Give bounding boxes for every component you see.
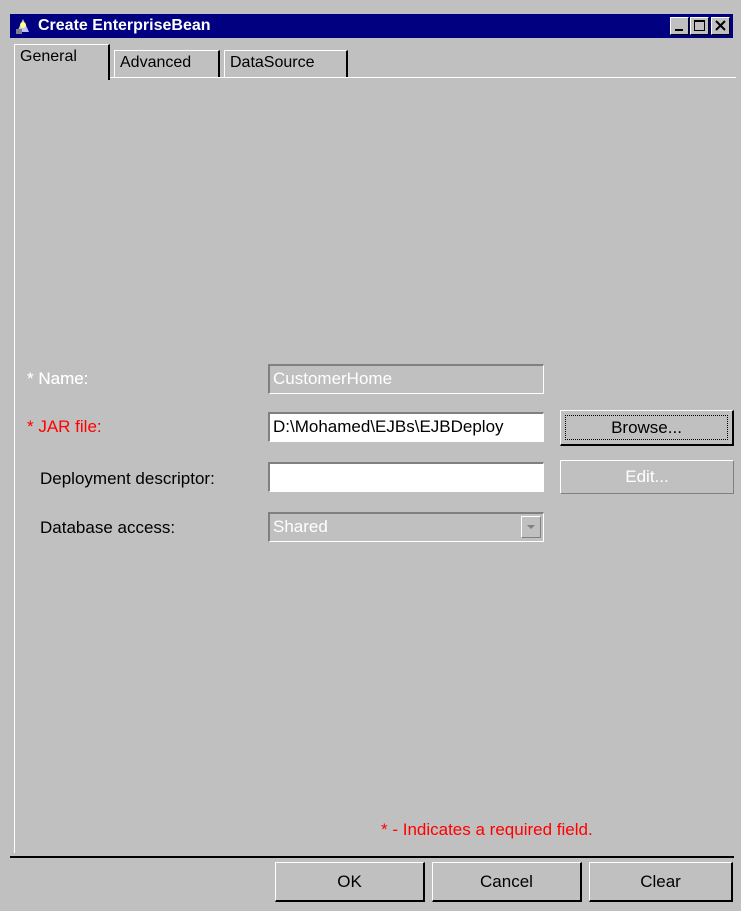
tab-datasource[interactable]: DataSource bbox=[224, 50, 348, 78]
close-icon bbox=[715, 20, 726, 31]
edit-button: Edit... bbox=[560, 460, 734, 494]
cancel-button-label: Cancel bbox=[480, 872, 533, 891]
enterprise-bean-icon bbox=[14, 17, 32, 35]
clear-button[interactable]: Clear bbox=[589, 862, 733, 902]
maximize-button[interactable] bbox=[690, 17, 709, 35]
title-bar[interactable]: Create EnterpriseBean bbox=[10, 14, 733, 38]
name-field[interactable]: CustomerHome bbox=[268, 364, 544, 394]
name-label: * Name: bbox=[27, 369, 89, 388]
cancel-button[interactable]: Cancel bbox=[432, 862, 582, 902]
database-access-select[interactable]: Shared bbox=[268, 512, 544, 542]
tab-advanced[interactable]: Advanced bbox=[114, 50, 220, 78]
ok-button-label: OK bbox=[337, 872, 362, 891]
clear-button-label: Clear bbox=[640, 872, 681, 891]
minimize-icon bbox=[675, 29, 683, 31]
tab-general[interactable]: General bbox=[14, 44, 110, 80]
required-field-note: * - Indicates a required field. bbox=[381, 820, 593, 839]
browse-button-label: Browse... bbox=[611, 418, 682, 437]
jar-file-field[interactable]: D:\Mohamed\EJBs\EJBDeploy bbox=[268, 412, 544, 442]
database-access-value: Shared bbox=[273, 517, 328, 536]
maximize-icon bbox=[694, 20, 705, 31]
jar-file-label: * JAR file: bbox=[27, 417, 102, 436]
deployment-descriptor-label: Deployment descriptor: bbox=[40, 469, 215, 488]
chevron-down-icon bbox=[527, 525, 535, 529]
database-access-label: Database access: bbox=[40, 518, 176, 537]
edit-button-label: Edit... bbox=[625, 467, 669, 486]
ok-button[interactable]: OK bbox=[275, 862, 425, 902]
minimize-button[interactable] bbox=[670, 17, 689, 35]
window-title: Create EnterpriseBean bbox=[38, 17, 211, 34]
dialog-window: Create EnterpriseBean General Advanced D… bbox=[0, 0, 741, 911]
close-button[interactable] bbox=[711, 17, 730, 35]
deployment-descriptor-field[interactable] bbox=[268, 462, 544, 492]
footer-divider bbox=[10, 856, 734, 858]
browse-button[interactable]: Browse... bbox=[560, 410, 734, 446]
dropdown-button[interactable] bbox=[521, 516, 541, 538]
